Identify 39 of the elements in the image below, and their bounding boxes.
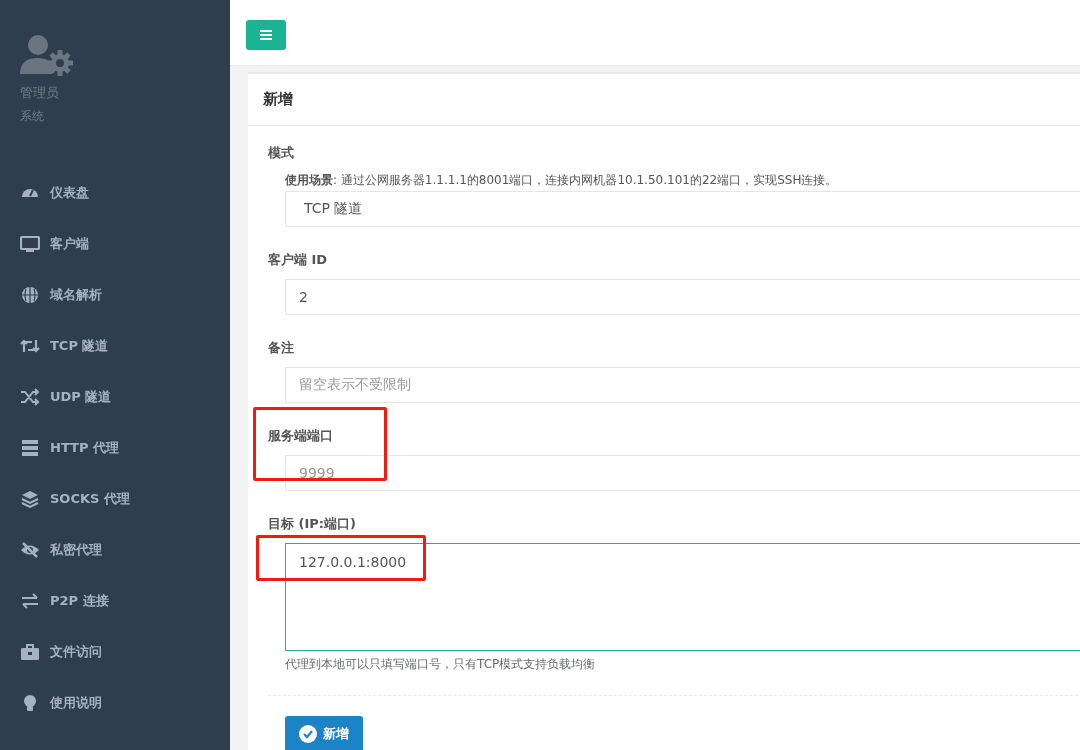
menu-item-icon <box>20 591 40 611</box>
sidebar-item[interactable]: 文件访问 <box>20 642 230 662</box>
sidebar-item[interactable]: UDP 隧道 <box>20 387 230 407</box>
field-label: 备注 <box>268 339 294 357</box>
target-textarea[interactable]: 127.0.0.1:8000 <box>285 543 1080 651</box>
field-label: 服务端端口 <box>268 427 333 445</box>
sidebar-item[interactable]: 仪表盘 <box>20 183 230 203</box>
sidebar-item[interactable]: 私密代理 <box>20 540 230 560</box>
menu-item-icon <box>20 387 40 407</box>
sidebar-item[interactable]: P2P 连接 <box>20 591 230 611</box>
user-gear-icon <box>20 34 74 78</box>
check-circle-icon <box>299 725 317 743</box>
card-title: 新增 <box>248 72 1080 126</box>
menu-icon <box>260 30 272 40</box>
field-label: 模式 <box>268 144 294 162</box>
user-role: 系统 <box>20 108 45 125</box>
menu-item-icon <box>20 234 40 254</box>
field-label: 客户端 ID <box>268 251 328 269</box>
sidebar-item[interactable]: SOCKS 代理 <box>20 489 230 509</box>
menu-item-icon <box>20 642 40 662</box>
menu-item-icon <box>20 489 40 509</box>
field-help: 代理到本地可以只填写端口号，只有TCP模式支持负载均衡 <box>285 656 597 673</box>
submit-button[interactable]: 新增 <box>285 716 363 750</box>
menu-toggle-button[interactable] <box>246 20 286 50</box>
input-field[interactable]: 9999 <box>285 455 1080 491</box>
menu-item-icon <box>20 540 40 560</box>
menu-item-icon <box>20 438 40 458</box>
input-field[interactable]: 2 <box>285 279 1080 315</box>
field-hint: 使用场景: 通过公网服务器1.1.1.1的8001端口，连接内网机器10.1.50.101的22端口，实现SSH连接。 <box>285 172 839 189</box>
user-name: 管理员 <box>20 84 60 102</box>
field-label: 目标 (IP:端口) <box>268 515 356 533</box>
input-field[interactable]: 留空表示不受限制 <box>285 367 1080 403</box>
mode-select[interactable]: TCP 隧道 <box>285 191 1080 227</box>
sidebar-item[interactable]: 客户端 <box>20 234 230 254</box>
sidebar-item[interactable]: 域名解析 <box>20 285 230 305</box>
sidebar-item[interactable]: 使用说明 <box>20 693 230 713</box>
sidebar-item[interactable]: TCP 隧道 <box>20 336 230 356</box>
menu-item-icon <box>20 285 40 305</box>
sidebar-item[interactable]: HTTP 代理 <box>20 438 230 458</box>
